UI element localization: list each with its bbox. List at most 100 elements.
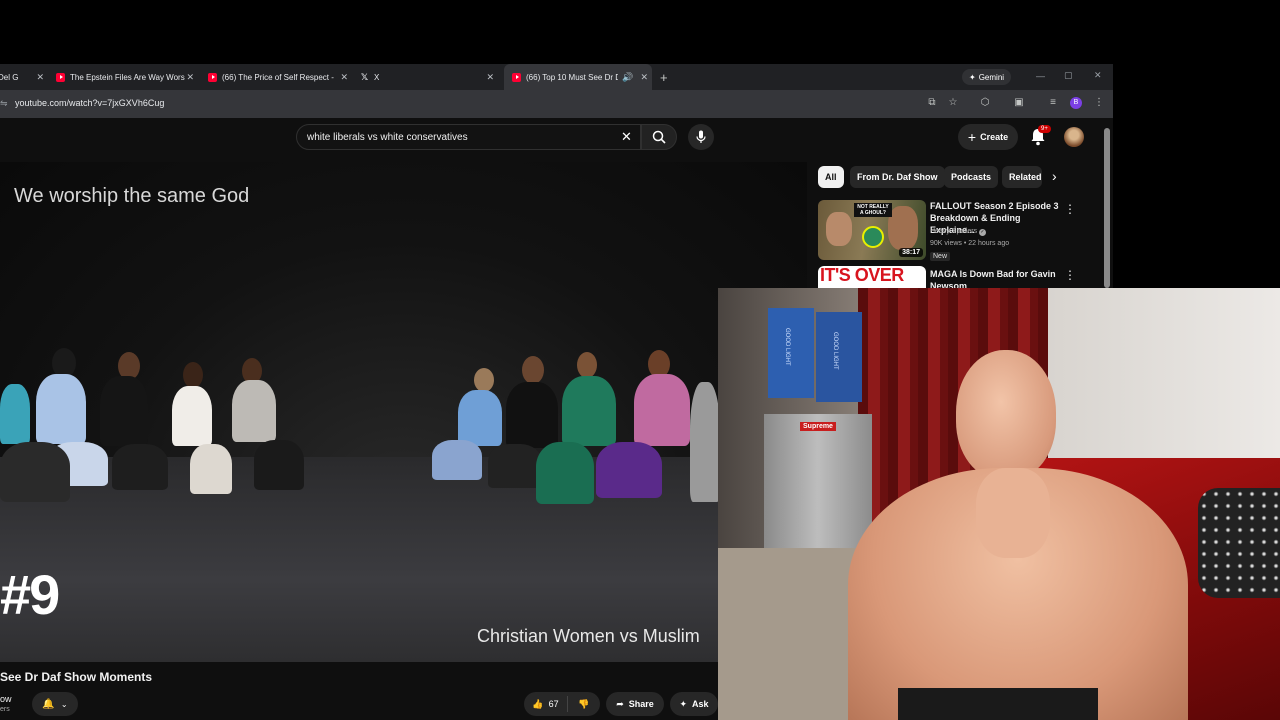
like-button[interactable]: 👍 67 bbox=[524, 696, 568, 712]
bookmark-star-icon[interactable]: ☆ bbox=[946, 96, 960, 110]
tab-title: X bbox=[374, 72, 380, 82]
search-button[interactable] bbox=[641, 124, 677, 150]
close-tab-icon[interactable]: ✕ bbox=[36, 72, 44, 83]
video-thumbnail: IT'S OVER bbox=[818, 266, 926, 288]
video-thumbnail: NOT REALLY A GHOUL? 38:17 bbox=[818, 200, 926, 260]
patterned-pillow bbox=[1198, 488, 1280, 598]
sparkle-icon: ✦ bbox=[679, 698, 688, 709]
like-dislike-group: 👍 67 👎 bbox=[524, 692, 600, 716]
tab-1[interactable]: Del G ✕ bbox=[0, 64, 48, 90]
box-label: GOOD LIGHT bbox=[832, 332, 838, 370]
chip-all[interactable]: All bbox=[818, 166, 844, 188]
dislike-button[interactable]: 👎 bbox=[568, 699, 600, 710]
video-caption-top: We worship the same God bbox=[14, 185, 250, 207]
media-controls-icon[interactable]: ≡ bbox=[1046, 96, 1060, 110]
minimize-window-icon[interactable]: — bbox=[1036, 71, 1045, 81]
mini-fridge: Supreme bbox=[764, 414, 872, 568]
gemini-spark-icon: ✦ bbox=[969, 72, 976, 82]
new-badge: New bbox=[930, 252, 951, 261]
thumbnail-text: NOT REALLY A GHOUL? bbox=[854, 203, 892, 217]
recommendation-item[interactable]: IT'S OVER MAGA Is Down Bad for Gavin New… bbox=[818, 266, 1080, 288]
video-title: See Dr Daf Show Moments bbox=[0, 670, 153, 684]
person-hand bbox=[976, 468, 1050, 558]
url-field[interactable]: youtube.com/watch?v=7jxGXVh6Cug bbox=[15, 98, 164, 108]
browser-tab-bar: Del G ✕ The Epstein Files Are Way Wors ✕… bbox=[0, 64, 1113, 90]
x-favicon-icon: 𝕏 bbox=[360, 71, 369, 82]
create-button[interactable]: + Create bbox=[958, 124, 1018, 150]
ask-button[interactable]: ✦ Ask bbox=[670, 692, 718, 716]
video-player[interactable]: We worship the same God #9 Christian Wom… bbox=[0, 162, 807, 662]
thumbnail-text: IT'S OVER bbox=[820, 266, 904, 285]
speaker-icon[interactable]: 🔊 bbox=[622, 72, 633, 83]
address-bar-row: ⇋ youtube.com/watch?v=7jxGXVh6Cug ⧉ ☆ ⬡ … bbox=[0, 90, 1113, 118]
clear-search-icon[interactable]: ✕ bbox=[621, 129, 632, 145]
youtube-favicon-icon bbox=[512, 72, 521, 82]
thumbs-up-icon: 👍 bbox=[532, 698, 544, 709]
close-tab-icon[interactable]: ✕ bbox=[640, 72, 648, 83]
recommendation-item[interactable]: NOT REALLY A GHOUL? 38:17 FALLOUT Season… bbox=[818, 200, 1080, 262]
verified-check-icon: ✓ bbox=[979, 229, 987, 236]
tab-title: Del G bbox=[0, 72, 19, 82]
thumbs-down-icon: 👎 bbox=[578, 698, 590, 709]
more-options-icon[interactable]: ⋮ bbox=[1064, 268, 1076, 282]
close-window-icon[interactable]: ✕ bbox=[1094, 70, 1102, 81]
share-label: Share bbox=[628, 699, 654, 709]
dark-clothing bbox=[898, 688, 1098, 720]
video-caption-bottom: Christian Women vs Muslim bbox=[477, 626, 700, 646]
like-count: 67 bbox=[548, 699, 559, 709]
close-tab-icon[interactable]: ✕ bbox=[340, 72, 348, 83]
ask-label: Ask bbox=[692, 699, 709, 709]
search-input[interactable]: white liberals vs white conservatives bbox=[307, 132, 468, 143]
recommendation-title: MAGA Is Down Bad for Gavin Newsom bbox=[930, 269, 1056, 288]
webcam-overlay: GOOD LIGHT GOOD LIGHT Supreme bbox=[718, 288, 1280, 720]
search-icon bbox=[652, 130, 666, 144]
search-box[interactable]: white liberals vs white conservatives ✕ bbox=[296, 124, 641, 150]
side-panel-icon[interactable]: ▣ bbox=[1012, 96, 1026, 110]
person-head bbox=[956, 350, 1056, 480]
maximize-window-icon[interactable]: ▢ bbox=[1064, 70, 1073, 81]
box-label: GOOD LIGHT bbox=[784, 328, 790, 366]
tab-4[interactable]: 𝕏 X ✕ bbox=[356, 64, 498, 90]
new-tab-plus-icon[interactable]: + bbox=[660, 70, 668, 85]
install-app-icon[interactable]: ⧉ bbox=[925, 96, 939, 110]
chip-from-channel[interactable]: From Dr. Daf Show bbox=[850, 166, 945, 188]
subscription-bell-button[interactable]: 🔔 ⌄ bbox=[32, 692, 78, 716]
microphone-icon bbox=[696, 130, 706, 143]
youtube-favicon-icon bbox=[56, 72, 65, 82]
chevron-right-icon[interactable]: › bbox=[1052, 168, 1057, 184]
more-options-icon[interactable]: ⋮ bbox=[1064, 202, 1076, 216]
profile-avatar[interactable]: B bbox=[1070, 97, 1082, 109]
tab-3[interactable]: (66) The Price of Self Respect - ✕ bbox=[202, 64, 352, 90]
page-scrollbar[interactable] bbox=[1104, 128, 1110, 288]
blue-box: GOOD LIGHT bbox=[768, 308, 814, 398]
site-info-icon[interactable]: ⇋ bbox=[0, 98, 8, 109]
rank-number: #9 bbox=[0, 563, 60, 626]
chip-related[interactable]: Related bbox=[1002, 166, 1042, 188]
tab-2[interactable]: The Epstein Files Are Way Wors ✕ bbox=[50, 64, 198, 90]
tab-title: The Epstein Files Are Way Wors bbox=[70, 72, 185, 82]
chip-podcasts[interactable]: Podcasts bbox=[944, 166, 999, 188]
blue-box: GOOD LIGHT bbox=[816, 312, 862, 402]
recommendation-meta: 90K views • 22 hours ago bbox=[930, 240, 1010, 247]
tab-5-active[interactable]: (66) Top 10 Must See Dr Da 🔊 ✕ bbox=[504, 64, 652, 90]
youtube-favicon-icon bbox=[208, 72, 217, 82]
recommendation-channel: Heavy Spoilers ✓ bbox=[930, 228, 987, 236]
tab-title: (66) Top 10 Must See Dr Da bbox=[526, 72, 618, 82]
account-avatar[interactable] bbox=[1064, 127, 1084, 147]
gemini-button[interactable]: ✦ Gemini bbox=[962, 69, 1012, 85]
close-tab-icon[interactable]: ✕ bbox=[486, 72, 494, 83]
video-duration: 38:17 bbox=[899, 248, 923, 257]
browser-menu-icon[interactable]: ⋮ bbox=[1092, 96, 1106, 110]
bell-icon: 🔔 bbox=[42, 698, 55, 710]
channel-name[interactable]: ow bbox=[0, 694, 12, 704]
tab-title: (66) The Price of Self Respect - bbox=[222, 72, 334, 82]
gemini-label: Gemini bbox=[978, 72, 1005, 82]
chevron-down-icon: ⌄ bbox=[60, 699, 68, 709]
subscriber-count: ers bbox=[0, 706, 10, 713]
voice-search-button[interactable] bbox=[688, 124, 714, 150]
share-button[interactable]: ➦ Share bbox=[606, 692, 664, 716]
close-tab-icon[interactable]: ✕ bbox=[186, 72, 194, 83]
fridge-sticker: Supreme bbox=[800, 422, 836, 431]
notification-count-badge: 9+ bbox=[1038, 125, 1051, 133]
extensions-icon[interactable]: ⬡ bbox=[978, 96, 992, 110]
